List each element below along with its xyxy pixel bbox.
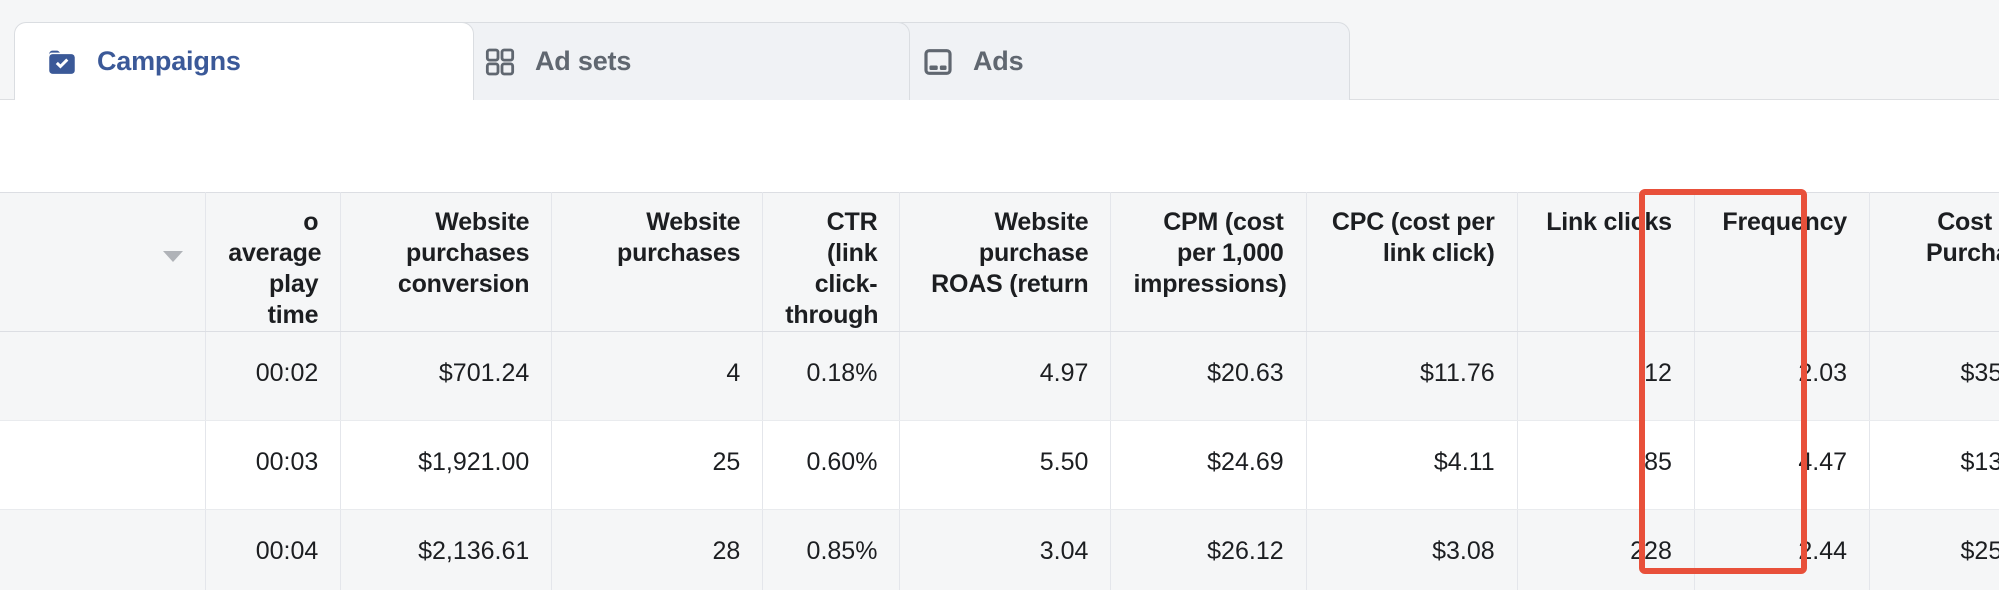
cell-ctr-link-click-through: 0.18% [763, 332, 900, 421]
tab-ad-sets[interactable]: Ad sets [452, 22, 910, 100]
tab-ad-sets-label: Ad sets [535, 46, 631, 77]
ad-sets-grid-icon [483, 45, 517, 79]
cell-website-purchases: 25 [552, 421, 763, 510]
column-header-frequency[interactable]: Frequency [1694, 193, 1869, 332]
tab-campaigns-label: Campaigns [97, 46, 241, 77]
cell-website-purchases-conversion: $2,136.61 [341, 510, 552, 590]
cell-website-purchases-conversion: $1,921.00 [341, 421, 552, 510]
table-row[interactable]: 00:04$2,136.61280.85%3.04$26.12$3.082282… [0, 510, 1999, 590]
tab-ads-label: Ads [973, 46, 1023, 77]
cell-select [0, 421, 206, 510]
cell-website-purchases: 28 [552, 510, 763, 590]
column-header-select[interactable] [0, 193, 206, 332]
cell-cost-per-purchase: $35.28 [1870, 332, 1999, 421]
tab-ads[interactable]: Ads [890, 22, 1350, 100]
cell-frequency: 2.44 [1694, 510, 1869, 590]
cell-select [0, 332, 206, 421]
ads-window-icon [921, 45, 955, 79]
column-header-cpc[interactable]: CPC (cost per link click) [1306, 193, 1517, 332]
cell-website-purchase-roas: 3.04 [900, 510, 1111, 590]
cell-cpm: $24.69 [1111, 421, 1306, 510]
cell-video-average-play-time: 00:03 [206, 421, 341, 510]
cell-link-clicks: 12 [1517, 332, 1694, 421]
cell-cpm: $20.63 [1111, 332, 1306, 421]
cell-video-average-play-time: 00:04 [206, 510, 341, 590]
object-level-tabbar: Campaigns Ad sets Ads [0, 0, 1999, 100]
campaigns-folder-check-icon [45, 45, 79, 79]
cell-video-average-play-time: 00:02 [206, 332, 341, 421]
table-row[interactable]: 00:02$701.2440.18%4.97$20.63$11.76122.03… [0, 332, 1999, 421]
cell-cost-per-purchase: $25.08 [1870, 510, 1999, 590]
cell-cpc: $11.76 [1306, 332, 1517, 421]
cell-website-purchase-roas: 4.97 [900, 332, 1111, 421]
cell-ctr-link-click-through: 0.60% [763, 421, 900, 510]
column-header-website-purchases-conversion[interactable]: Website purchases conversion [341, 193, 552, 332]
cell-frequency: 4.47 [1694, 421, 1869, 510]
cell-cpc: $3.08 [1306, 510, 1517, 590]
column-header-website-purchases[interactable]: Website purchases [552, 193, 763, 332]
ads-manager-screen: Campaigns Ad sets Ads [0, 0, 1999, 590]
cell-cpm: $26.12 [1111, 510, 1306, 590]
column-header-website-purchase-roas[interactable]: Website purchase ROAS (return [900, 193, 1111, 332]
cell-frequency: 2.03 [1694, 332, 1869, 421]
cell-link-clicks: 85 [1517, 421, 1694, 510]
cell-ctr-link-click-through: 0.85% [763, 510, 900, 590]
cell-link-clicks: 228 [1517, 510, 1694, 590]
table-row[interactable]: 00:03$1,921.00250.60%5.50$24.69$4.11854.… [0, 421, 1999, 510]
column-header-video-average-play-time[interactable]: o average play time [206, 193, 341, 332]
table-header-row: o average play time Website purchases co… [0, 193, 1999, 332]
column-header-cost-per-purchase[interactable]: Cost per Purchase [1870, 193, 1999, 332]
tab-campaigns[interactable]: Campaigns [14, 22, 474, 100]
table-toolbar: t [0, 100, 1999, 192]
cell-select [0, 510, 206, 590]
sort-caret-icon[interactable] [163, 251, 183, 262]
table-body: 00:02$701.2440.18%4.97$20.63$11.76122.03… [0, 332, 1999, 590]
campaigns-table[interactable]: o average play time Website purchases co… [0, 192, 1999, 590]
cell-cpc: $4.11 [1306, 421, 1517, 510]
column-header-ctr-link-click-through[interactable]: CTR (link click-through [763, 193, 900, 332]
cell-website-purchases-conversion: $701.24 [341, 332, 552, 421]
column-header-link-clicks[interactable]: Link clicks [1517, 193, 1694, 332]
cell-website-purchases: 4 [552, 332, 763, 421]
cell-cost-per-purchase: $13.98 [1870, 421, 1999, 510]
column-header-cpm[interactable]: CPM (cost per 1,000 impressions) [1111, 193, 1306, 332]
cell-website-purchase-roas: 5.50 [900, 421, 1111, 510]
